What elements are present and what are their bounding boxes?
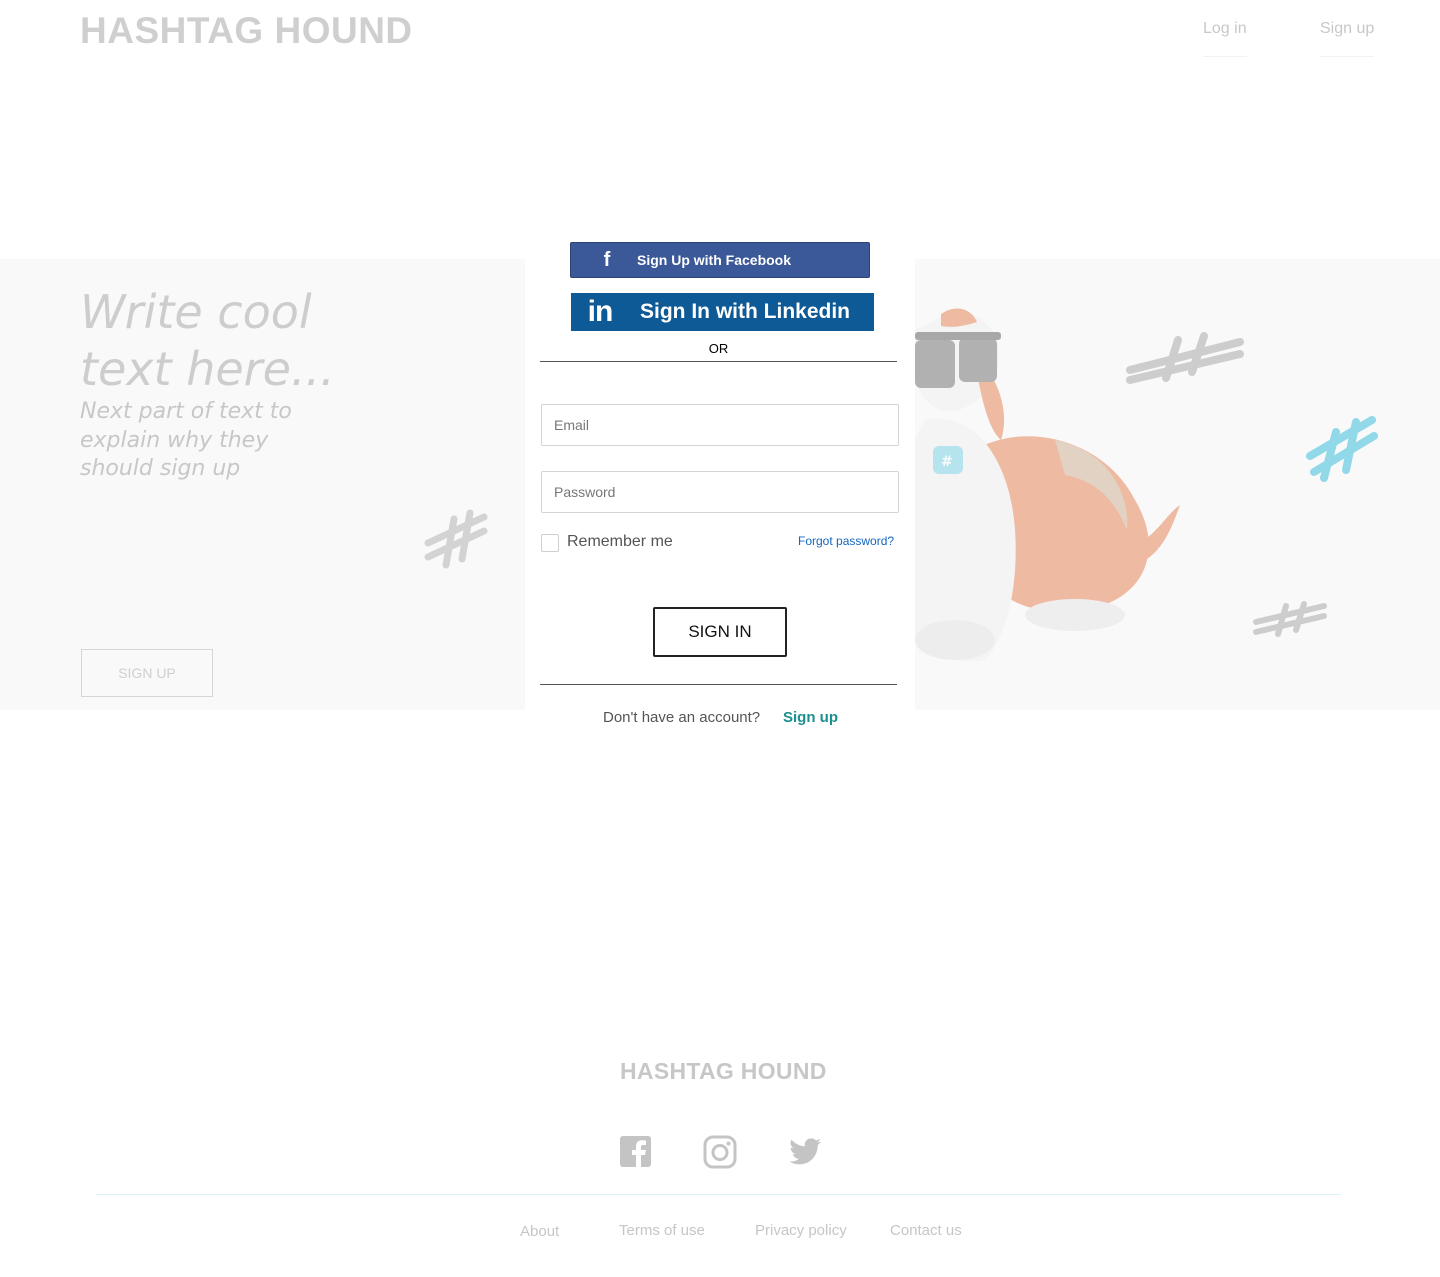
facebook-icon[interactable] xyxy=(619,1135,653,1169)
signin-button[interactable]: SIGN IN xyxy=(653,607,787,657)
footer-privacy-link[interactable]: Privacy policy xyxy=(755,1222,847,1239)
forgot-password-link[interactable]: Forgot password? xyxy=(798,534,894,548)
footer-about-link[interactable]: About xyxy=(520,1223,559,1240)
twitter-icon[interactable] xyxy=(788,1135,822,1169)
nav-signup-link[interactable]: Sign up xyxy=(1320,20,1375,57)
divider-line xyxy=(540,684,897,685)
email-input[interactable] xyxy=(542,405,898,445)
footer-terms-link[interactable]: Terms of use xyxy=(619,1222,705,1239)
linkedin-icon: in xyxy=(587,295,614,328)
hero-subtitle-line: Next part of text to xyxy=(80,399,292,424)
hero-title-line: Write cool xyxy=(80,285,312,339)
signup-link[interactable]: Sign up xyxy=(783,709,838,726)
email-field[interactable] xyxy=(541,404,899,446)
brand-logo[interactable]: HASHTAG HOUND xyxy=(80,10,413,52)
hero-title-line: text here... xyxy=(80,342,335,396)
linkedin-button-label: Sign In with Linkedin xyxy=(640,300,850,323)
hashtag-decoration-icon xyxy=(1306,416,1378,482)
or-divider-label: OR xyxy=(708,341,729,356)
footer-contact-link[interactable]: Contact us xyxy=(890,1222,962,1239)
hero-title: Write cool text here... xyxy=(80,284,335,398)
hero-subtitle: Next part of text to explain why they sh… xyxy=(80,398,292,484)
svg-text:#: # xyxy=(941,454,953,470)
nav-login-link[interactable]: Log in xyxy=(1203,20,1247,57)
hashtag-decoration-icon xyxy=(424,509,488,569)
linkedin-signin-button[interactable]: in Sign In with Linkedin xyxy=(571,293,874,331)
no-account-text: Don't have an account? xyxy=(603,709,761,726)
remember-me-checkbox[interactable] xyxy=(541,534,559,552)
password-field[interactable] xyxy=(541,471,899,513)
instagram-icon[interactable] xyxy=(703,1135,737,1169)
footer-brand[interactable]: HASHTAG HOUND xyxy=(620,1058,827,1085)
hero-subtitle-line: explain why they xyxy=(80,427,269,453)
facebook-icon: f xyxy=(603,248,611,271)
facebook-signup-button[interactable]: f Sign Up with Facebook xyxy=(570,242,870,278)
remember-me-label[interactable]: Remember me xyxy=(567,533,673,551)
divider-line xyxy=(540,361,897,362)
hashtag-decoration-icon xyxy=(1126,332,1244,384)
footer-divider xyxy=(96,1194,1341,1195)
hashtag-decoration-icon xyxy=(1253,601,1327,637)
password-input[interactable] xyxy=(542,472,898,512)
hero-subtitle-line: should sign up xyxy=(80,456,241,481)
hero-signup-button[interactable]: SIGN UP xyxy=(81,649,213,697)
facebook-button-label: Sign Up with Facebook xyxy=(637,252,792,268)
